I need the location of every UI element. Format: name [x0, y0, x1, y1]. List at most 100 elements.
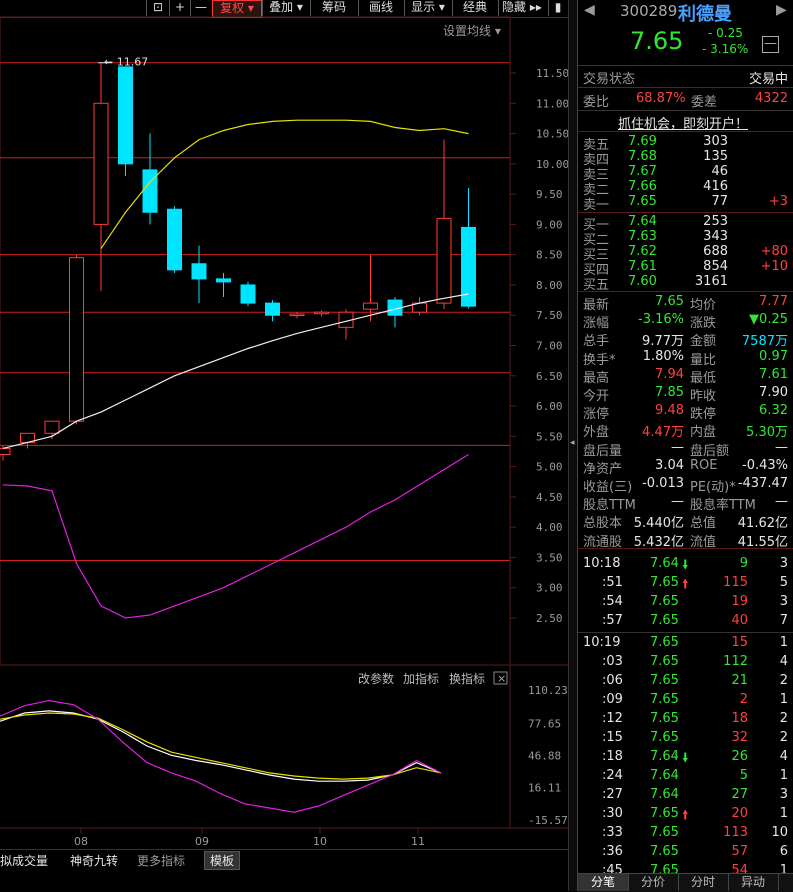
stat-value: 7.90: [759, 385, 788, 400]
ma-setting-link[interactable]: 设置均线 ▾: [443, 22, 501, 39]
indicator-control-2[interactable]: 换指标: [449, 671, 485, 686]
stat-row: 总手 9.77万 金额 7587万: [578, 329, 793, 350]
tick-price: 7.65: [650, 844, 679, 859]
prev-stock-icon[interactable]: ◀: [584, 2, 595, 18]
tick-row: :24 7.64 5 1: [578, 767, 793, 786]
tick-count: 1: [779, 806, 788, 821]
stock-code: 300289: [620, 2, 678, 20]
tick-count: 2: [779, 730, 788, 745]
y-tick-label: 10.50: [536, 128, 568, 141]
y-tick-label: 5.00: [536, 461, 563, 474]
candle-body: [167, 208, 182, 271]
tick-row: :03 7.65 112 4: [578, 653, 793, 672]
tick-time: :03: [602, 654, 623, 669]
tick-time: 10:19: [583, 635, 621, 650]
bid-volume: 854: [703, 259, 728, 274]
tick-volume: 115: [723, 575, 748, 590]
stat-row: 换手* 1.80% 量比 0.97: [578, 348, 793, 368]
stat-label: 今开: [583, 389, 610, 404]
tab-fenshi[interactable]: 分时: [678, 874, 729, 891]
tick-time: :27: [602, 787, 623, 802]
ad-link[interactable]: 抓住机会，即刻开户！: [618, 113, 748, 132]
tick-volume: 15: [731, 635, 748, 650]
tab-fenjia[interactable]: 分价: [628, 874, 679, 891]
candle-body: [265, 302, 280, 316]
tick-count: 1: [779, 692, 788, 707]
stat-row: 今开 7.85 昨收 7.90: [578, 384, 793, 404]
tab-yidong[interactable]: 异动: [728, 874, 779, 891]
tick-price: 7.65: [650, 730, 679, 745]
tick-count: 3: [779, 556, 788, 571]
tick-row: :09 7.65 2 1: [578, 691, 793, 710]
template-button[interactable]: 模板: [204, 851, 241, 870]
stat-value: 7587万: [741, 334, 788, 350]
candle-body: [363, 302, 378, 310]
tick-price: 7.65: [650, 613, 679, 628]
stat-label: 涨跌: [690, 316, 717, 332]
tick-count: 7: [779, 613, 788, 628]
tick-time: :54: [602, 594, 623, 609]
ask-price: 7.66: [628, 179, 657, 194]
stat-value: 41.62亿: [737, 516, 788, 532]
stat-label: 流值: [690, 534, 717, 550]
indicator-nine-turn[interactable]: 神奇九转: [70, 852, 118, 869]
tick-row: :36 7.65 57 6: [578, 843, 793, 862]
tick-count: 2: [779, 673, 788, 688]
tick-price: 7.65: [650, 806, 679, 821]
indicator-volume[interactable]: 拟成交量: [0, 852, 48, 869]
candle-body: [0, 447, 11, 456]
tick-time: :36: [602, 844, 623, 859]
sub-y-tick-label: 110.23: [528, 684, 568, 697]
y-tick-label: 2.50: [536, 612, 563, 625]
tick-volume: 112: [723, 654, 748, 669]
last-price: 7.65: [630, 27, 684, 55]
stat-value: 41.55亿: [737, 534, 788, 550]
x-tick-label: 09: [195, 835, 209, 848]
status-strip: [0, 870, 568, 891]
y-tick-label: 10.00: [536, 158, 568, 171]
stat-row: 股息TTM — 股息率TTM —: [578, 493, 793, 513]
x-tick-label: 11: [411, 835, 425, 848]
ask-volume: 303: [703, 134, 728, 149]
ask-price: 7.65: [628, 194, 657, 209]
candle-body: [44, 420, 60, 434]
kline-chart[interactable]: 11.50 11.00 10.50 10.00 9.50 9.00 8.50 8.00 7.50…: [0, 0, 568, 849]
indicator-control-1[interactable]: 加指标: [403, 671, 439, 686]
candle-body: [93, 102, 109, 225]
tick-price: 7.65: [650, 635, 679, 650]
tick-price: 7.64: [650, 749, 679, 764]
tick-price: 7.64: [650, 787, 679, 802]
tick-price: 7.65: [650, 673, 679, 688]
stat-label: 跌停: [690, 407, 717, 423]
y-tick-label: 7.00: [536, 340, 563, 353]
tick-volume: 32: [731, 730, 748, 745]
stat-value: -3.16%: [638, 312, 684, 328]
price-change: - 0.25: [708, 26, 743, 40]
ask-volume: 46: [711, 164, 728, 179]
y-tick-label: 11.00: [536, 97, 568, 110]
wb-label: 委比: [583, 95, 610, 110]
minimize-icon[interactable]: —: [762, 36, 779, 53]
stat-value: 3.04: [655, 457, 684, 473]
bid-volume: 343: [703, 229, 728, 244]
stat-label: 均价: [690, 298, 717, 313]
sub-y-tick-label: 16.11: [528, 781, 561, 794]
stat-value: —: [775, 439, 788, 455]
bid-price: 7.62: [628, 244, 657, 259]
stat-label: 换手*: [583, 352, 616, 368]
more-indicators[interactable]: 更多指标: [137, 852, 185, 869]
next-stock-icon[interactable]: ▶: [776, 2, 787, 18]
stat-value: 5.432亿: [633, 534, 684, 550]
tab-fenbi[interactable]: 分笔: [578, 874, 629, 891]
indicator-control-0[interactable]: 改参数: [358, 671, 394, 686]
ma-magenta-line: [2, 453, 469, 619]
open-account-banner[interactable]: 抓住机会，即刻开户！: [578, 112, 793, 132]
tick-time: :57: [602, 613, 623, 628]
tick-volume: 19: [731, 594, 748, 609]
tick-volume: 5: [739, 768, 748, 783]
stat-value: 1.80%: [642, 348, 684, 364]
stat-value: ▼0.25: [749, 312, 788, 328]
ask-volume: 416: [703, 179, 728, 194]
stat-value: 7.65: [655, 294, 684, 309]
tick-row: 10:19 7.65 15 1: [578, 634, 793, 653]
